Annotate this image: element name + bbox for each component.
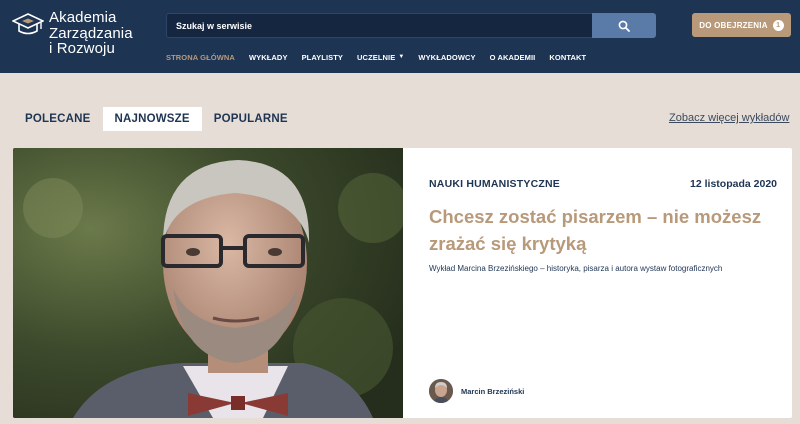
site-header: Akademia Zarządzania i Rozwoju DO OBEJRZ… (0, 0, 800, 73)
author-avatar (429, 379, 453, 403)
nav-item-about[interactable]: O AKADEMII (490, 51, 536, 63)
lecture-author[interactable]: Marcin Brzeziński (429, 379, 524, 403)
search-button[interactable] (592, 13, 656, 38)
tab-newest[interactable]: NAJNOWSZE (102, 107, 202, 131)
nav-item-label: O AKADEMII (489, 52, 536, 62)
nav-item-label: UCZELNIE (357, 52, 396, 62)
lecture-title[interactable]: Chcesz zostać pisarzem – nie możesz zraż… (429, 203, 769, 257)
graduation-cap-icon (12, 13, 44, 35)
nav-item-contact[interactable]: KONTAKT (549, 51, 586, 63)
chevron-down-icon: ▼ (398, 54, 405, 60)
nav-item-universities[interactable]: UCZELNIE ▼ (357, 51, 404, 63)
nav-item-label: WYKŁADY (248, 52, 288, 62)
search-icon (618, 20, 630, 32)
brand-name-line-2: Zarządzania (49, 24, 133, 42)
lecture-date: 12 listopada 2020 (690, 178, 777, 190)
nav-item-lecturers[interactable]: WYKŁADOWCY (418, 51, 475, 63)
site-logo[interactable]: Akademia Zarządzania i Rozwoju (12, 10, 152, 62)
search-input[interactable] (166, 13, 592, 38)
search-bar (166, 13, 656, 38)
nav-item-label: PLAYLISTY (301, 52, 344, 62)
brand-name-line-3: i Rozwoju (49, 40, 115, 57)
lecturer-photo[interactable] (13, 148, 403, 418)
main-nav: STRONA GŁÓWNA WYKŁADY PLAYLISTY UCZELNIE… (166, 51, 600, 63)
watch-later-button[interactable]: DO OBEJRZENIA 1 (692, 13, 791, 37)
lecture-details: NAUKI HUMANISTYCZNE 12 listopada 2020 Ch… (429, 148, 777, 418)
lecturer-portrait-image (13, 148, 403, 418)
lecture-tabs: POLECANE NAJNOWSZE POPULARNE (13, 107, 300, 131)
featured-lecture-card[interactable]: NAUKI HUMANISTYCZNE 12 listopada 2020 Ch… (13, 148, 792, 418)
nav-item-playlists[interactable]: PLAYLISTY (302, 51, 343, 63)
watch-later-count-badge: 1 (772, 19, 784, 31)
nav-item-lectures[interactable]: WYKŁADY (249, 51, 288, 63)
more-lectures-link[interactable]: Zobacz więcej wykładów (669, 112, 789, 124)
nav-item-label: WYKŁADOWCY (418, 52, 476, 62)
nav-item-label: KONTAKT (549, 52, 587, 62)
lecture-description: Wykład Marcina Brzezińskiego – historyka… (429, 264, 723, 273)
brand-name: Akademia Zarządzania i Rozwoju (49, 10, 133, 57)
nav-item-home[interactable]: STRONA GŁÓWNA (166, 51, 235, 63)
brand-name-line-1: Akademia (49, 9, 117, 26)
author-avatar-image (429, 379, 453, 403)
tab-recommended[interactable]: POLECANE (13, 107, 103, 131)
watch-later-label: DO OBEJRZENIA (699, 20, 768, 30)
author-name: Marcin Brzeziński (461, 386, 525, 396)
tab-popular[interactable]: POPULARNE (202, 107, 300, 131)
nav-item-label: STRONA GŁÓWNA (166, 52, 235, 62)
lecture-category[interactable]: NAUKI HUMANISTYCZNE (429, 178, 560, 190)
